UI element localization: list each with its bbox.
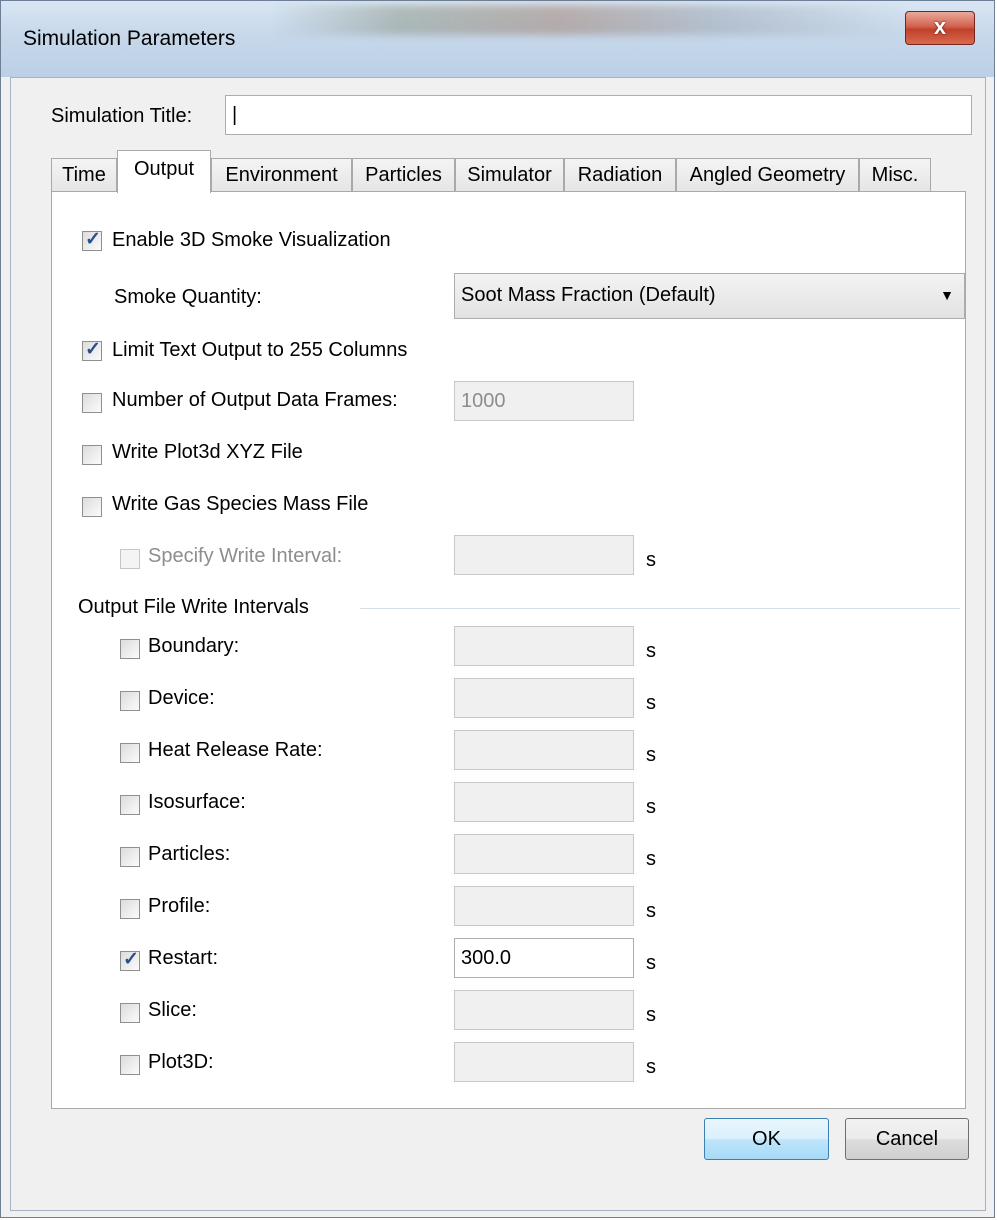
specify-interval-label: Specify Write Interval: [148,545,343,567]
device-label: Device: [148,687,215,709]
write-gas-label: Write Gas Species Mass File [112,493,369,515]
limit-text-checkbox[interactable]: ✓ [82,339,102,361]
slice-unit: s [646,1004,656,1026]
particles-checkbox[interactable] [120,847,140,867]
isosurface-checkbox[interactable] [120,795,140,815]
boundary-input[interactable] [454,626,634,666]
tab-simulator[interactable]: Simulator [455,158,564,192]
tab-radiation[interactable]: Radiation [564,158,676,192]
boundary-label: Boundary: [148,635,240,657]
window-title: Simulation Parameters [23,27,236,50]
device-checkbox[interactable] [120,691,140,711]
profile-input[interactable] [454,886,634,926]
smoke-quantity-select[interactable]: Soot Mass Fraction (Default) ▼ [454,273,965,319]
particles-input[interactable] [454,834,634,874]
enable-smoke-label: Enable 3D Smoke Visualization [112,229,391,251]
restart-input[interactable]: 300.0 [454,938,634,978]
tab-angled-geometry[interactable]: Angled Geometry [676,158,859,192]
title-bar-background [271,5,911,35]
close-icon: x [933,14,947,39]
tab-misc[interactable]: Misc. [859,158,931,192]
specify-interval-input[interactable] [454,535,634,575]
slice-input[interactable] [454,990,634,1030]
group-divider [360,608,960,609]
enable-smoke-checkbox[interactable]: ✓ [82,229,102,251]
write-plot3d-label: Write Plot3d XYZ File [112,441,303,463]
plot3d-input[interactable] [454,1042,634,1082]
title-bar[interactable]: Simulation Parameters x [1,1,994,77]
tab-output[interactable]: Output [117,150,211,193]
output-tab-panel: ✓ Enable 3D Smoke Visualization Smoke Qu… [51,191,966,1109]
plot3d-unit: s [646,1056,656,1078]
specify-interval-checkbox[interactable] [120,549,140,569]
profile-unit: s [646,900,656,922]
isosurface-label: Isosurface: [148,791,246,813]
plot3d-checkbox[interactable] [120,1055,140,1075]
checkmark-icon: ✓ [85,229,101,250]
smoke-quantity-value: Soot Mass Fraction (Default) [461,284,716,306]
slice-label: Slice: [148,999,197,1021]
num-frames-checkbox[interactable] [82,393,102,413]
checkmark-icon: ✓ [123,949,139,970]
num-frames-label: Number of Output Data Frames: [112,389,398,411]
tab-time[interactable]: Time [51,158,117,192]
write-plot3d-checkbox[interactable] [82,445,102,465]
num-frames-input[interactable]: 1000 [454,381,634,421]
cancel-button[interactable]: Cancel [845,1118,969,1160]
chevron-down-icon: ▼ [940,287,954,303]
dialog-window: Simulation Parameters x Simulation Title… [0,0,995,1218]
device-input[interactable] [454,678,634,718]
smoke-quantity-label: Smoke Quantity: [114,286,262,308]
dialog-client-area: Simulation Title: | Time Output Environm… [10,77,986,1211]
heat-release-rate-input[interactable] [454,730,634,770]
boundary-unit: s [646,640,656,662]
simulation-title-input[interactable]: | [225,95,972,135]
write-gas-checkbox[interactable] [82,497,102,517]
device-unit: s [646,692,656,714]
tab-environment[interactable]: Environment [211,158,352,192]
restart-label: Restart: [148,947,219,969]
slice-checkbox[interactable] [120,1003,140,1023]
profile-label: Profile: [148,895,211,917]
heat-release-rate-label: Heat Release Rate: [148,739,323,761]
heat-release-rate-unit: s [646,744,656,766]
plot3d-label: Plot3D: [148,1051,214,1073]
heat-release-rate-checkbox[interactable] [120,743,140,763]
ok-button[interactable]: OK [704,1118,829,1160]
profile-checkbox[interactable] [120,899,140,919]
isosurface-unit: s [646,796,656,818]
simulation-title-label: Simulation Title: [51,105,193,127]
tab-particles[interactable]: Particles [352,158,455,192]
isosurface-input[interactable] [454,782,634,822]
restart-checkbox[interactable]: ✓ [120,949,140,971]
output-intervals-group-label: Output File Write Intervals [78,596,309,618]
limit-text-label: Limit Text Output to 255 Columns [112,339,408,361]
boundary-checkbox[interactable] [120,639,140,659]
particles-unit: s [646,848,656,870]
close-button[interactable]: x [905,11,975,45]
particles-label: Particles: [148,843,231,865]
checkmark-icon: ✓ [85,339,101,360]
restart-unit: s [646,952,656,974]
specify-interval-unit: s [646,549,656,571]
